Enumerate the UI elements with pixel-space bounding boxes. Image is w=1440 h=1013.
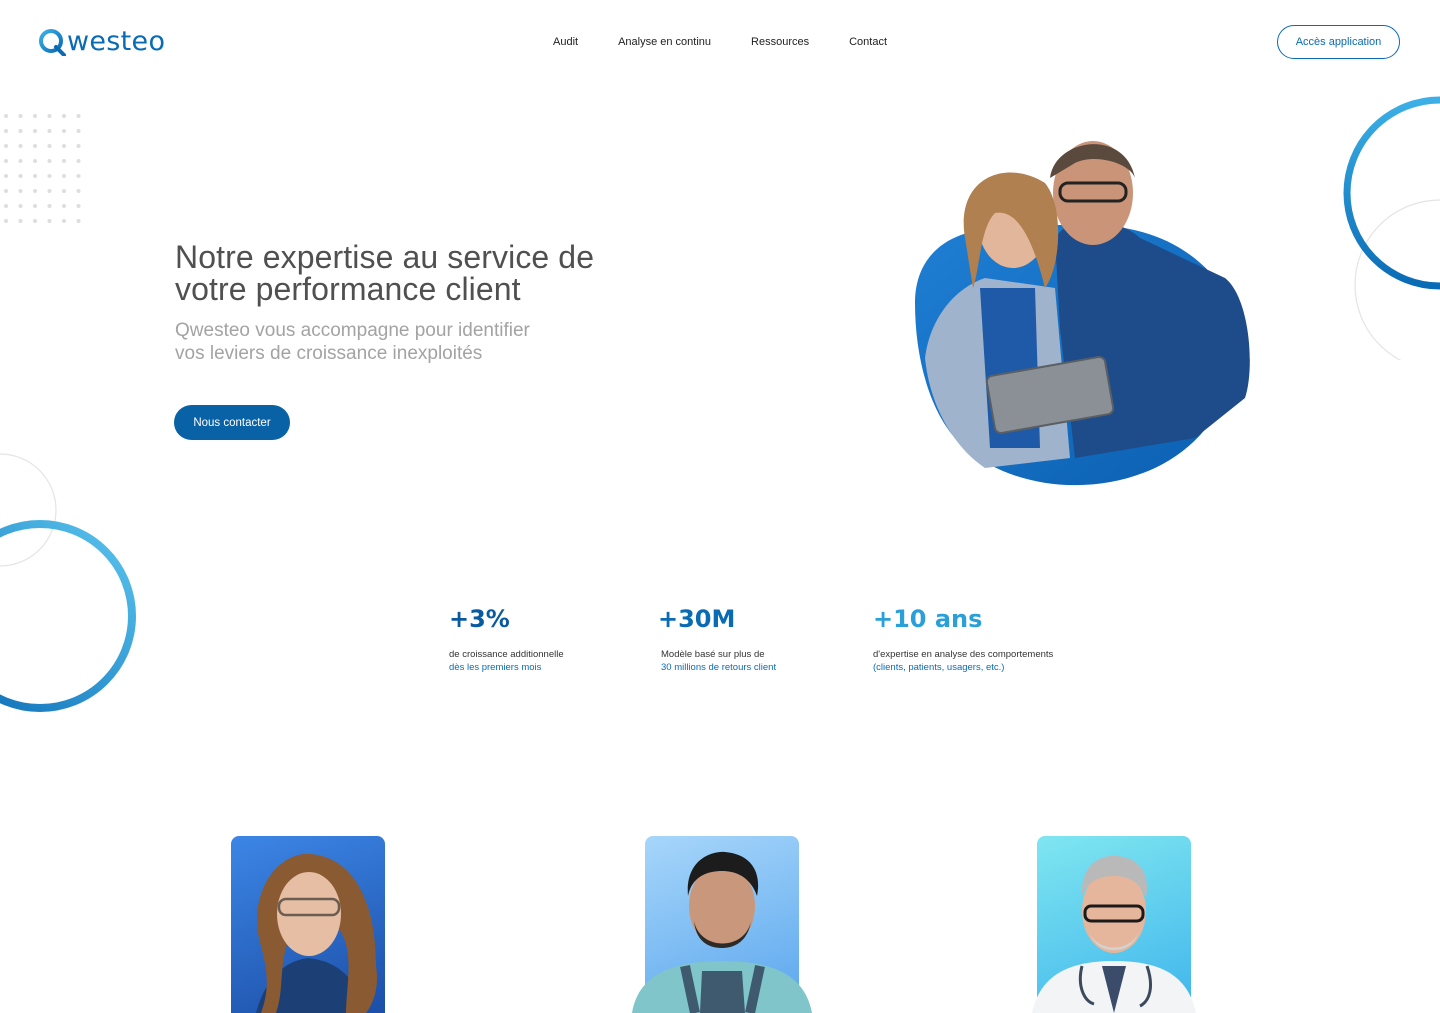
- brand-name: westeo: [67, 26, 166, 57]
- brand-logo[interactable]: westeo: [38, 26, 165, 58]
- hero-subtitle-line2: vos leviers de croissance inexploités: [175, 343, 483, 364]
- hero-subtitle-line1: Qwesteo vous accompagne pour identifier: [175, 320, 530, 341]
- stat-value: +30M: [658, 605, 736, 633]
- persona-card-doctor: [1032, 836, 1196, 1013]
- contact-cta-button[interactable]: Nous contacter: [174, 405, 290, 440]
- stat-description: Modèle basé sur plus de: [661, 649, 765, 660]
- hero-title: Notre expertise au service de votre perf…: [175, 241, 695, 305]
- app-access-button[interactable]: Accès application: [1277, 25, 1400, 59]
- stat-description-highlight: 30 millions de retours client: [661, 662, 777, 673]
- stat-description: d'expertise en analyse des comportements: [873, 649, 1054, 660]
- ring-decoration-left: [0, 453, 136, 712]
- stat-description-highlight: (clients, patients, usagers, etc.): [873, 662, 1005, 673]
- stat-feedback: +30M Modèle basé sur plus de 30 millions…: [658, 603, 776, 674]
- stat-value: +3%: [449, 605, 510, 633]
- doctor-portrait-icon: [1032, 855, 1196, 1013]
- stat-description: de croissance additionnelle: [449, 649, 564, 660]
- stat-expertise: +10 ans d'expertise en analyse des compo…: [873, 603, 1053, 674]
- persona-card-woman: [231, 836, 385, 1013]
- stat-description-highlight: dès les premiers mois: [449, 662, 542, 673]
- q-logo-icon: [39, 29, 66, 56]
- hero-title-line2: votre performance client: [175, 271, 521, 307]
- man-apron-portrait-icon: [632, 851, 812, 1013]
- hero-people-image: [915, 141, 1250, 486]
- stat-value: +10 ans: [873, 605, 983, 633]
- dot-grid-decoration: [4, 114, 81, 223]
- ring-decoration-right: [1343, 96, 1440, 360]
- stat-growth: +3% de croissance additionnelle dès les …: [449, 603, 564, 674]
- hero-title-line1: Notre expertise au service de: [175, 239, 595, 275]
- main-nav: Audit Analyse en continu Ressources Cont…: [553, 35, 927, 49]
- woman-portrait-icon: [256, 853, 378, 1013]
- nav-item-contact[interactable]: Contact: [849, 35, 887, 49]
- nav-item-audit[interactable]: Audit: [553, 35, 578, 49]
- nav-item-analyse[interactable]: Analyse en continu: [618, 35, 711, 49]
- nav-item-ressources[interactable]: Ressources: [751, 35, 809, 49]
- hero-subtitle: Qwesteo vous accompagne pour identifier …: [175, 319, 595, 365]
- persona-card-man: [632, 836, 812, 1013]
